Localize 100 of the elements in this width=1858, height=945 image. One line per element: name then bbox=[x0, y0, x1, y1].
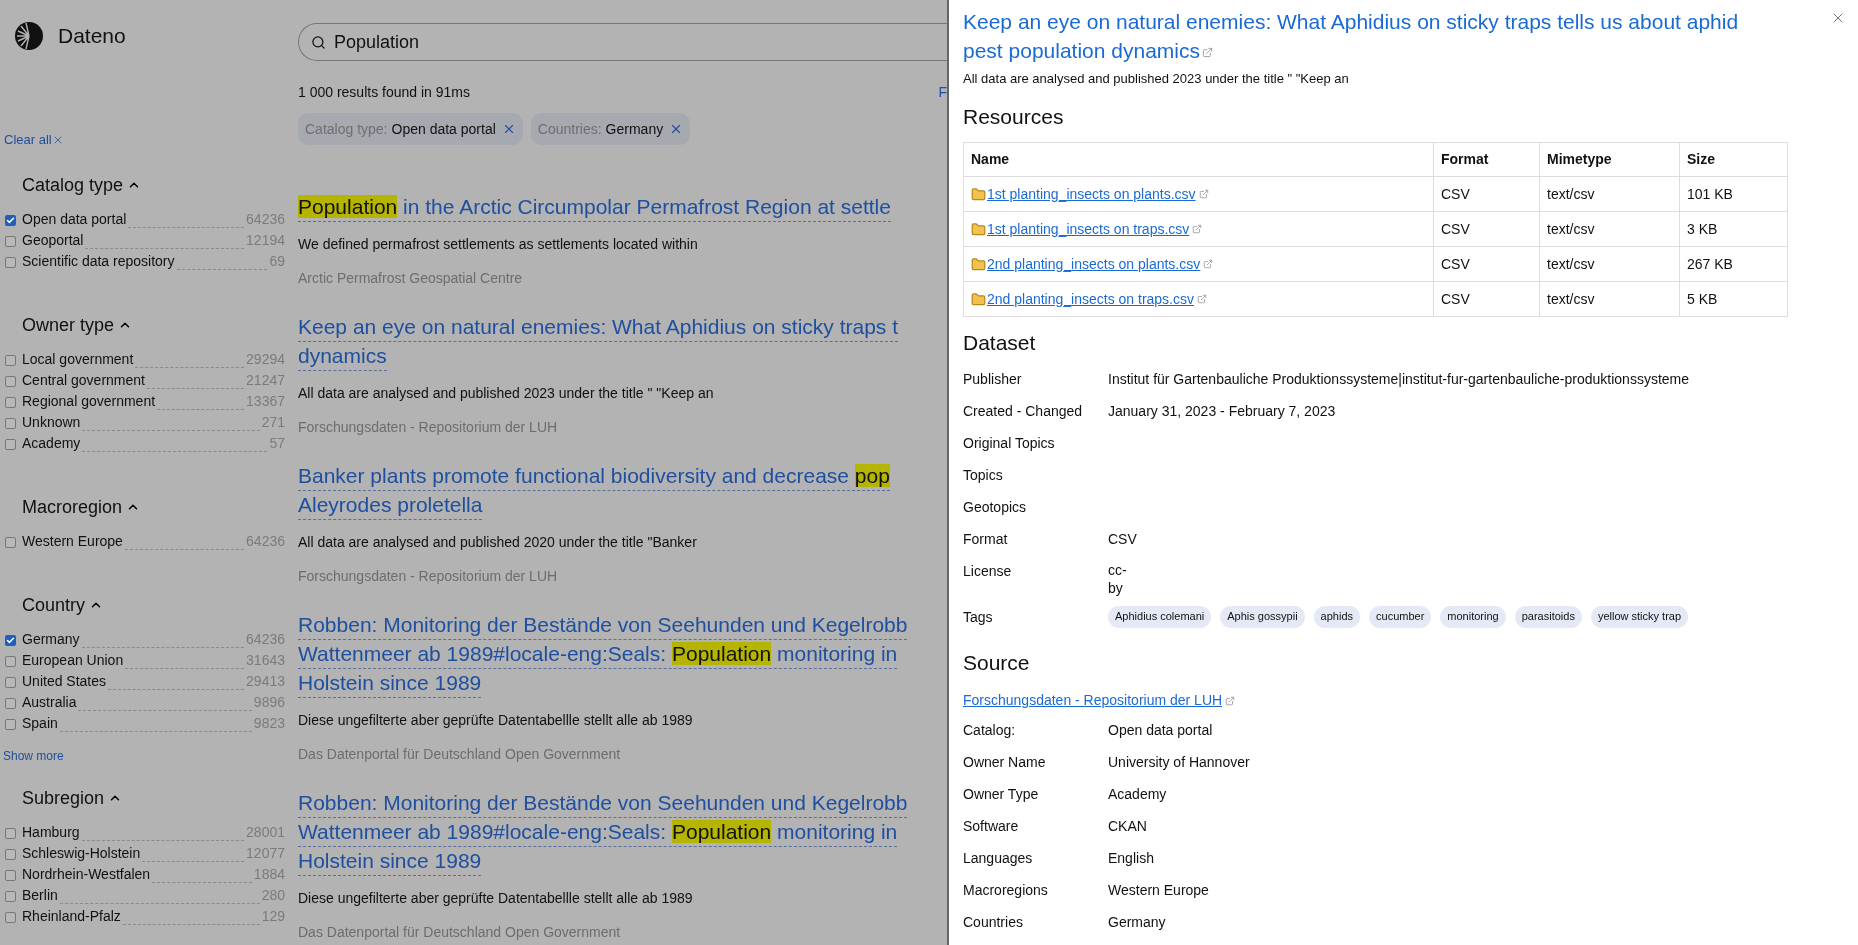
tag-chip[interactable]: yellow sticky trap bbox=[1590, 605, 1689, 628]
checkbox[interactable] bbox=[5, 214, 16, 226]
table-cell: CSV bbox=[1433, 211, 1540, 247]
field-label: Macroregions bbox=[963, 881, 1049, 900]
tag-chip[interactable]: parasitoids bbox=[1514, 605, 1582, 628]
resource-link[interactable]: 2nd planting_insects on traps.csv bbox=[987, 288, 1194, 310]
facet-option[interactable]: Scientific data repository bbox=[22, 250, 175, 272]
result-title-link[interactable]: Keep an eye on natural enemies: What Aphidius on sticky traps t dynamics bbox=[298, 313, 947, 371]
tag-chip[interactable]: Aphis gossypii bbox=[1220, 605, 1305, 628]
source-link[interactable]: Forschungsdaten - Repositorium der LUH bbox=[963, 690, 1223, 711]
field-label: Topics bbox=[963, 465, 1004, 485]
facet-count: 31643 bbox=[246, 650, 285, 670]
facet-heading[interactable]: Subregion bbox=[22, 784, 105, 812]
checkbox[interactable] bbox=[5, 396, 16, 408]
facet-option[interactable]: United States bbox=[22, 670, 107, 692]
resource-link[interactable]: 2nd planting_insects on plants.csv bbox=[987, 253, 1201, 275]
facet-option[interactable]: Western Europe bbox=[22, 530, 123, 552]
checkbox[interactable] bbox=[5, 634, 16, 646]
resource-link[interactable]: 1st planting_insects on plants.csv bbox=[987, 183, 1196, 205]
checkbox[interactable] bbox=[5, 375, 16, 387]
field-label: Created - Changed bbox=[963, 401, 1084, 421]
facet-option[interactable]: Berlin bbox=[22, 884, 58, 906]
checkbox[interactable] bbox=[5, 536, 16, 548]
facet-count: 129 bbox=[261, 906, 285, 926]
checkbox[interactable] bbox=[5, 697, 16, 709]
field-label: Original Topics bbox=[963, 433, 1056, 453]
field-value: Germany bbox=[1108, 913, 1166, 932]
facet-option[interactable]: Geoportal bbox=[22, 229, 84, 251]
facet-option[interactable]: Unknown bbox=[22, 411, 81, 433]
facet-option[interactable]: Local government bbox=[22, 348, 134, 370]
checkbox[interactable] bbox=[5, 438, 16, 450]
facet-option[interactable]: Rheinland-Pfalz bbox=[22, 905, 121, 927]
checkbox[interactable] bbox=[5, 827, 16, 839]
dataset-title-link[interactable]: Keep an eye on natural enemies: What Aphidius on sticky traps tells us about aphid pest population dynamics bbox=[963, 7, 1760, 65]
tag-chip[interactable]: monitoring bbox=[1440, 605, 1506, 628]
chip-label: Countries: bbox=[537, 119, 602, 139]
result-source: Das Datenportal für Deutschland Open Government bbox=[298, 745, 622, 764]
facet-heading[interactable]: Country bbox=[22, 591, 86, 619]
result-source: Forschungsdaten - Repositorium der LUH bbox=[298, 567, 559, 586]
field-label: Tags bbox=[963, 607, 994, 627]
facet-count: 64236 bbox=[246, 531, 285, 551]
field-value: Institut für Gartenbauliche Produktionssysteme|institut-fur-gartenbauliche-produktionssysteme bbox=[1108, 369, 1690, 389]
filter-chip[interactable]: Catalog type: Open data portal bbox=[298, 113, 523, 145]
field-value: English bbox=[1108, 849, 1154, 868]
facet-option[interactable]: Spain bbox=[22, 712, 58, 734]
field-label: Catalog: bbox=[963, 721, 1017, 740]
clear-all-button[interactable]: Clear all bbox=[0, 130, 64, 150]
field-value: Open data portal bbox=[1108, 721, 1213, 740]
facet-heading[interactable]: Macroregion bbox=[22, 493, 123, 521]
result-title-link[interactable]: Banker plants promote functional biodiversity and decrease pop Aleyrodes proletella bbox=[298, 462, 947, 520]
checkbox[interactable] bbox=[5, 256, 16, 268]
tag-chip[interactable]: Aphidius colemani bbox=[1108, 605, 1212, 628]
checkbox[interactable] bbox=[5, 235, 16, 247]
checkbox[interactable] bbox=[5, 676, 16, 688]
facet-count: 64236 bbox=[246, 629, 285, 649]
table-cell: 101 KB bbox=[1679, 176, 1788, 212]
result-title-link[interactable]: Population in the Arctic Circumpolar Permafrost Region at settle bbox=[298, 193, 947, 222]
table-cell: CSV bbox=[1433, 281, 1540, 317]
facet-option[interactable]: Germany bbox=[22, 628, 80, 650]
facet-option[interactable]: Academy bbox=[22, 432, 81, 454]
facet-heading[interactable]: Catalog type bbox=[22, 171, 124, 199]
facet-option[interactable]: Central government bbox=[22, 369, 145, 391]
folder-icon bbox=[971, 186, 986, 202]
external-link-icon bbox=[1203, 259, 1214, 269]
facet-option[interactable]: Hamburg bbox=[22, 821, 80, 843]
facet-option[interactable]: European Union bbox=[22, 649, 124, 671]
result-title-link[interactable]: Robben: Monitoring der Bestände von Seehunden und Kegelrobb Wattenmeer ab 1989#locale-eng:Seals: Population monitoring in Holstein since 1989 bbox=[298, 611, 947, 698]
resource-link[interactable]: 1st planting_insects on traps.csv bbox=[987, 218, 1190, 240]
facet-option[interactable]: Nordrhein-Westfalen bbox=[22, 863, 151, 885]
show-more-link[interactable]: Show more bbox=[0, 746, 285, 765]
facet-option[interactable]: Regional government bbox=[22, 390, 156, 412]
tag-chip[interactable]: cucumber bbox=[1369, 605, 1432, 628]
checkbox[interactable] bbox=[5, 655, 16, 667]
checkbox[interactable] bbox=[5, 417, 16, 429]
results-summary: 1 000 results found in 91ms bbox=[298, 82, 470, 102]
field-value: CKAN bbox=[1108, 817, 1147, 836]
checkbox[interactable] bbox=[5, 718, 16, 730]
field-label: Publisher bbox=[963, 369, 1023, 389]
facet-option[interactable]: Schleswig-Holstein bbox=[22, 842, 141, 864]
facet-option[interactable]: Australia bbox=[22, 691, 77, 713]
result-title-link[interactable]: Robben: Monitoring der Bestände von Seehunden und Kegelrobb Wattenmeer ab 1989#locale-eng:Seals: Population monitoring in Holstein since 1989 bbox=[298, 789, 947, 876]
facet-count: 57 bbox=[269, 433, 285, 453]
field-label: Owner Type bbox=[963, 785, 1040, 804]
facet-count: 13367 bbox=[246, 391, 285, 411]
table-cell: text/csv bbox=[1539, 211, 1680, 247]
tag-chip[interactable]: aphids bbox=[1313, 605, 1361, 628]
field-label: Owner Name bbox=[963, 753, 1047, 772]
checkbox[interactable] bbox=[5, 890, 16, 902]
facet-option[interactable]: Open data portal bbox=[22, 208, 127, 230]
checkbox[interactable] bbox=[5, 848, 16, 860]
facet-heading[interactable]: Owner type bbox=[22, 311, 115, 339]
link[interactable]: F bbox=[938, 81, 947, 103]
facet-count: 28001 bbox=[246, 822, 285, 842]
checkbox[interactable] bbox=[5, 354, 16, 366]
filter-chip[interactable]: Countries: Germany bbox=[530, 113, 691, 145]
checkbox[interactable] bbox=[5, 869, 16, 881]
column-header: Name bbox=[963, 142, 1434, 177]
external-link-icon bbox=[1192, 224, 1203, 234]
checkbox[interactable] bbox=[5, 911, 16, 923]
field-label: Geotopics bbox=[963, 497, 1028, 517]
